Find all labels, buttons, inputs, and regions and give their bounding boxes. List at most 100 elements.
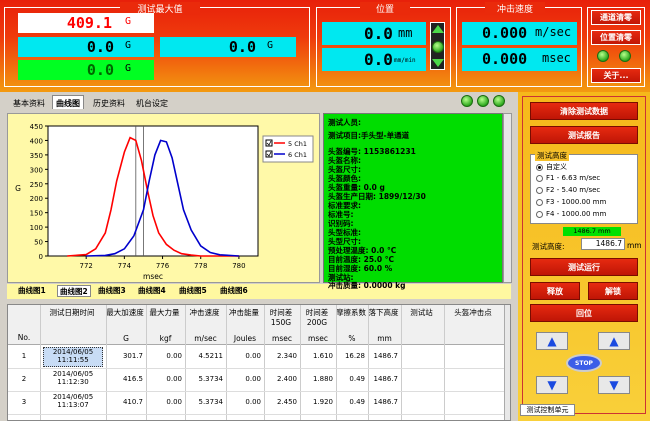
radio-icon[interactable] — [536, 210, 543, 218]
x-tick-label: 776 — [156, 262, 170, 270]
up-left-arrow-icon[interactable]: ▲ — [536, 332, 568, 350]
y-tick-label: 350 — [30, 152, 43, 160]
chart-area[interactable]: 0 50 100 150 200 250 300 350 400 450 772 774 776 778 7… — [7, 113, 320, 283]
control-panel-title: 测试控制单元 — [520, 404, 575, 416]
height-option-4[interactable]: F3 - 1000.00 mm — [536, 198, 606, 206]
curve-tab-5[interactable]: 曲线图5 — [179, 285, 207, 297]
table-cell: 301.7 — [122, 352, 143, 360]
column-unit: kgf — [159, 334, 172, 343]
jog-down-icon[interactable] — [432, 59, 444, 67]
y-tick-label: 250 — [30, 181, 43, 189]
max-value-2: 0.0 G — [18, 37, 154, 57]
tab-curves[interactable]: 曲线图 — [52, 95, 84, 109]
column-unit: msec — [272, 334, 292, 343]
release-button[interactable]: 释放 — [530, 282, 580, 300]
y-tick-label: 400 — [30, 137, 43, 145]
position-display: 0.0 mm — [322, 22, 426, 45]
table-cell: 0.00 — [245, 375, 261, 383]
table-cell: 0.49 — [349, 375, 365, 383]
height-option-5[interactable]: F4 - 1000.00 mm — [536, 210, 606, 218]
table-cell: 2.450 — [276, 398, 297, 406]
status-led-1-icon — [597, 50, 609, 62]
max-value-1: 409.1 G — [18, 13, 154, 33]
speed-group-frame — [456, 7, 582, 87]
radio-label: F1 - 6.63 m/sec — [546, 174, 601, 182]
radio-icon[interactable] — [536, 163, 543, 171]
table-cell: 5.3734 — [198, 375, 224, 383]
info-line: 测试人员: — [328, 118, 361, 127]
up-right-arrow-icon[interactable]: ▲ — [598, 332, 630, 350]
column-header: 最大加速度 — [106, 308, 144, 317]
legend-label: 5 Ch1 — [288, 140, 307, 148]
test-run-button[interactable]: 测试运行 — [530, 258, 638, 276]
radio-icon[interactable] — [536, 174, 543, 182]
table-cell: 0.00 — [166, 398, 182, 406]
table-scrollbar[interactable] — [504, 305, 510, 420]
column-header: 最大力量 — [149, 308, 180, 317]
about-button[interactable]: 关于... — [591, 68, 641, 83]
height-input[interactable]: 1486.7 — [581, 238, 625, 250]
tab-history[interactable]: 历史资料 — [90, 96, 128, 110]
table-cell: 1.920 — [312, 398, 333, 406]
position-speed-display: 0.0 mm/min — [322, 48, 426, 71]
clear-data-button[interactable]: 清除测试数据 — [530, 102, 638, 120]
curve-tab-3[interactable]: 曲线图3 — [98, 285, 126, 297]
table-cell: 2014/06/05 11:12:30 — [52, 370, 94, 386]
tab-machine-settings[interactable]: 机台设定 — [133, 96, 171, 110]
position-reset-button[interactable]: 位置清零 — [591, 30, 641, 45]
column-header: 头盔冲击点 — [454, 308, 492, 317]
impact-speed-display: 0.000 m/sec — [462, 22, 577, 45]
y-tick-label: 200 — [30, 195, 43, 203]
jog-center-icon[interactable] — [432, 41, 444, 53]
radio-label: F3 - 1000.00 mm — [546, 198, 607, 206]
top-bar: 测试最大值 409.1 G 0.0 G 0.0 G 0.0 G 位置 0.0 mm 0.… — [0, 0, 650, 92]
curve-tab-6[interactable]: 曲线图6 — [220, 285, 248, 297]
height-option-1[interactable]: 自定义 — [536, 162, 567, 172]
column-unit: % — [348, 334, 356, 343]
column-header: No. — [17, 333, 31, 342]
table-cell: 410.7 — [122, 398, 143, 406]
radio-label: 自定义 — [546, 163, 567, 171]
curve-chart[interactable]: 0 50 100 150 200 250 300 350 400 450 772 774 776 778 7… — [8, 114, 319, 282]
table-cell: 1.610 — [312, 352, 333, 360]
down-right-arrow-icon[interactable]: ▼ — [598, 376, 630, 394]
y-tick-label: 150 — [30, 210, 43, 218]
table-cell: 1486.7 — [373, 398, 399, 406]
return-button[interactable]: 回位 — [530, 304, 638, 322]
radio-label: F4 - 1000.00 mm — [546, 210, 607, 218]
table-cell: 0.49 — [349, 398, 365, 406]
table-cell: 2.340 — [276, 352, 297, 360]
max-value-4: 0.0 G — [18, 60, 154, 80]
impact-time-display: 0.000 msec — [462, 48, 577, 71]
unlock-button[interactable]: 解锁 — [588, 282, 638, 300]
column-unit: m/sec — [194, 334, 217, 343]
table-cell: 2 — [21, 375, 27, 383]
tab-basic-info[interactable]: 基本资料 — [10, 96, 48, 110]
radio-icon[interactable] — [536, 198, 543, 206]
column-header: 时间差200G — [305, 308, 329, 327]
height-option-2[interactable]: F1 - 6.63 m/sec — [536, 174, 600, 182]
channel-reset-button[interactable]: 通道清零 — [591, 10, 641, 25]
y-tick-label: 450 — [30, 123, 43, 131]
height-option-3[interactable]: F2 - 5.40 m/sec — [536, 186, 600, 194]
results-table[interactable]: No. 测试日期时间 最大加速度 最大力量 冲击速度 冲击能量 时间差150G 时间差200G… — [7, 304, 511, 421]
y-tick-label: 300 — [30, 166, 43, 174]
curve-tab-4[interactable]: 曲线图4 — [138, 285, 166, 297]
radio-icon[interactable] — [536, 186, 543, 194]
down-left-arrow-icon[interactable]: ▼ — [536, 376, 568, 394]
test-report-button[interactable]: 测试报告 — [530, 126, 638, 144]
curve-tab-2[interactable]: 曲线图2 — [57, 285, 91, 297]
info-scrollbar[interactable] — [503, 113, 512, 283]
column-header: 冲击速度 — [189, 308, 220, 317]
curve-tab-1[interactable]: 曲线图1 — [18, 285, 46, 297]
jog-up-icon[interactable] — [432, 25, 444, 33]
table-cell: 0.00 — [166, 352, 182, 360]
max-value-3: 0.0 G — [160, 37, 296, 57]
speed-group-title: 冲击速度 — [485, 2, 545, 15]
tab-led-2-icon — [477, 95, 489, 107]
control-panel: 清除测试数据 测试报告 测试高度 1486.7 mm 测试高度: 1486.7 … — [518, 92, 650, 421]
position-jog-control[interactable] — [430, 22, 445, 70]
column-header: 测试站 — [410, 308, 433, 317]
status-led-2-icon — [619, 50, 631, 62]
stop-button[interactable]: STOP — [566, 354, 602, 372]
